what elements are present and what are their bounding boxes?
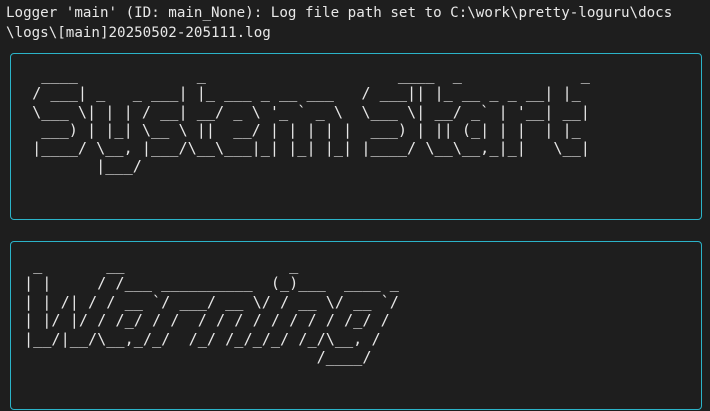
log-line-1: Logger 'main' (ID: main_None): Log file … [6,5,673,21]
log-line-2: \logs\[main]20250502-205111.log [6,25,271,41]
warning-banner-panel: _ __ _ | | / /___ __________ (_)___ ____… [10,241,702,410]
system-start-banner-panel: ____ _ ____ _ _ / ___| _ _ ___| |_ ___ _… [10,53,702,220]
warning-ascii-art: _ __ _ | | / /___ __________ (_)___ ____… [24,256,399,367]
log-message: Logger 'main' (ID: main_None): Log file … [6,3,672,43]
terminal-window: { "log": { "line1": "Logger 'main' (ID: … [0,0,710,411]
system-start-ascii-art: ____ _ ____ _ _ / ___| _ _ ___| |_ ___ _… [32,66,590,176]
